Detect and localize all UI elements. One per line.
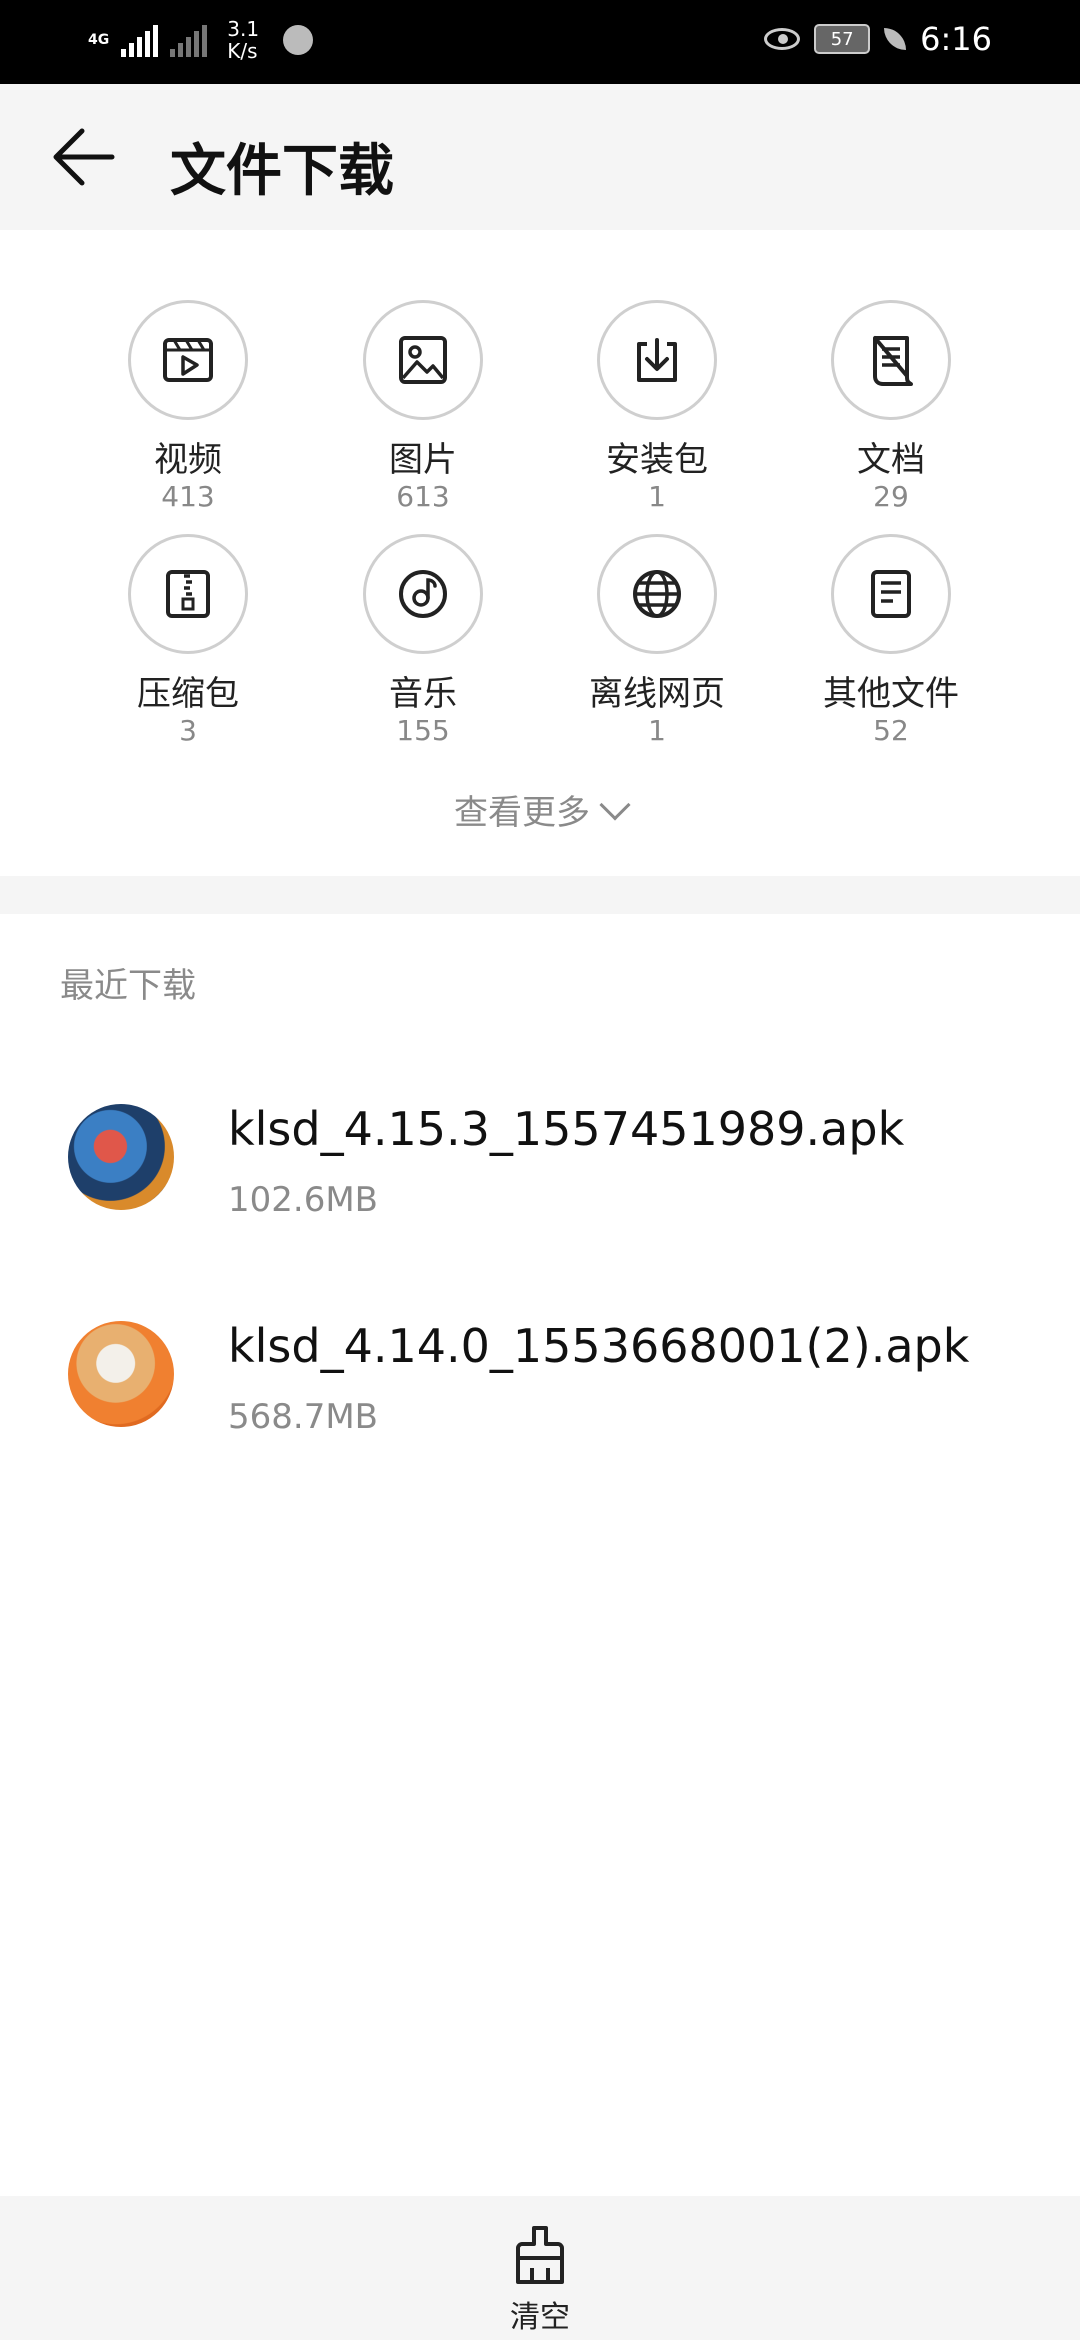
view-more-button[interactable]: 查看更多 (0, 785, 1080, 834)
category-label: 视频 (154, 440, 222, 480)
category-music[interactable]: 音乐 155 (306, 534, 540, 748)
file-name: klsd_4.14.0_1553668001(2).apk (228, 1319, 970, 1373)
network-type: 4G (88, 32, 110, 48)
category-count: 3 (179, 714, 197, 747)
file-row[interactable]: klsd_4.14.0_1553668001(2).apk 568.7MB (0, 1299, 1080, 1499)
file-size: 568.7MB (228, 1397, 378, 1437)
category-other-files[interactable]: 其他文件 52 (774, 534, 1008, 748)
file-icon (831, 534, 951, 654)
category-label: 离线网页 (589, 674, 725, 714)
status-bar: 4G 3.1 K/s 57 6:16 (0, 0, 1080, 84)
back-button[interactable] (50, 124, 120, 190)
broom-icon (516, 2226, 564, 2284)
category-label: 音乐 (389, 674, 457, 714)
power-saving-icon (884, 28, 907, 50)
clock: 6:16 (920, 20, 992, 58)
globe-icon (597, 534, 717, 654)
category-label: 其他文件 (823, 674, 959, 714)
video-icon (128, 300, 248, 420)
app-header: 文件下载 (0, 84, 1080, 230)
category-label: 压缩包 (137, 674, 239, 714)
category-images[interactable]: 图片 613 (306, 300, 540, 514)
category-count: 1 (648, 714, 666, 747)
image-icon (363, 300, 483, 420)
status-right: 57 6:16 (764, 20, 992, 58)
notification-icon (283, 25, 314, 55)
chevron-down-icon (599, 789, 631, 821)
category-install-packages[interactable]: 安装包 1 (540, 300, 774, 514)
file-name: klsd_4.15.3_1557451989.apk (228, 1102, 905, 1156)
page-title: 文件下载 (170, 139, 394, 204)
signal-2-icon (170, 23, 208, 57)
file-size: 102.6MB (228, 1180, 378, 1220)
document-icon (831, 300, 951, 420)
speed-unit: K/s (227, 39, 258, 63)
category-count: 29 (873, 480, 909, 513)
zip-icon (128, 534, 248, 654)
music-icon (363, 534, 483, 654)
recent-downloads-title: 最近下载 (60, 966, 196, 1006)
category-label: 图片 (389, 440, 457, 480)
category-count: 155 (396, 714, 450, 747)
category-documents[interactable]: 文档 29 (774, 300, 1008, 514)
view-more-label: 查看更多 (454, 793, 590, 833)
install-package-icon (597, 300, 717, 420)
battery-level: 57 (830, 28, 854, 50)
file-row[interactable]: klsd_4.15.3_1557451989.apk 102.6MB (0, 1082, 1080, 1282)
category-label: 安装包 (606, 440, 708, 480)
apk-app-icon (68, 1321, 174, 1427)
category-label: 文档 (857, 440, 925, 480)
category-zip[interactable]: 压缩包 3 (71, 534, 305, 748)
category-count: 413 (161, 480, 215, 513)
network-speed: 3.1 K/s (227, 18, 259, 62)
speed-value: 3.1 (227, 17, 260, 41)
battery-icon: 57 (814, 24, 871, 54)
category-video[interactable]: 视频 413 (71, 300, 305, 514)
eye-comfort-icon (764, 28, 801, 50)
apk-app-icon (68, 1104, 174, 1210)
category-offline-pages[interactable]: 离线网页 1 (540, 534, 774, 748)
clear-label: 清空 (510, 2300, 570, 2335)
category-count: 1 (648, 480, 666, 513)
bottom-toolbar: 清空 (0, 2196, 1080, 2340)
section-divider (0, 876, 1080, 914)
status-left: 4G 3.1 K/s (88, 18, 314, 62)
clear-button[interactable]: 清空 (490, 2224, 590, 2336)
category-count: 52 (873, 714, 909, 747)
signal-icon (121, 23, 159, 57)
category-count: 613 (396, 480, 450, 513)
back-arrow-icon (53, 128, 115, 186)
